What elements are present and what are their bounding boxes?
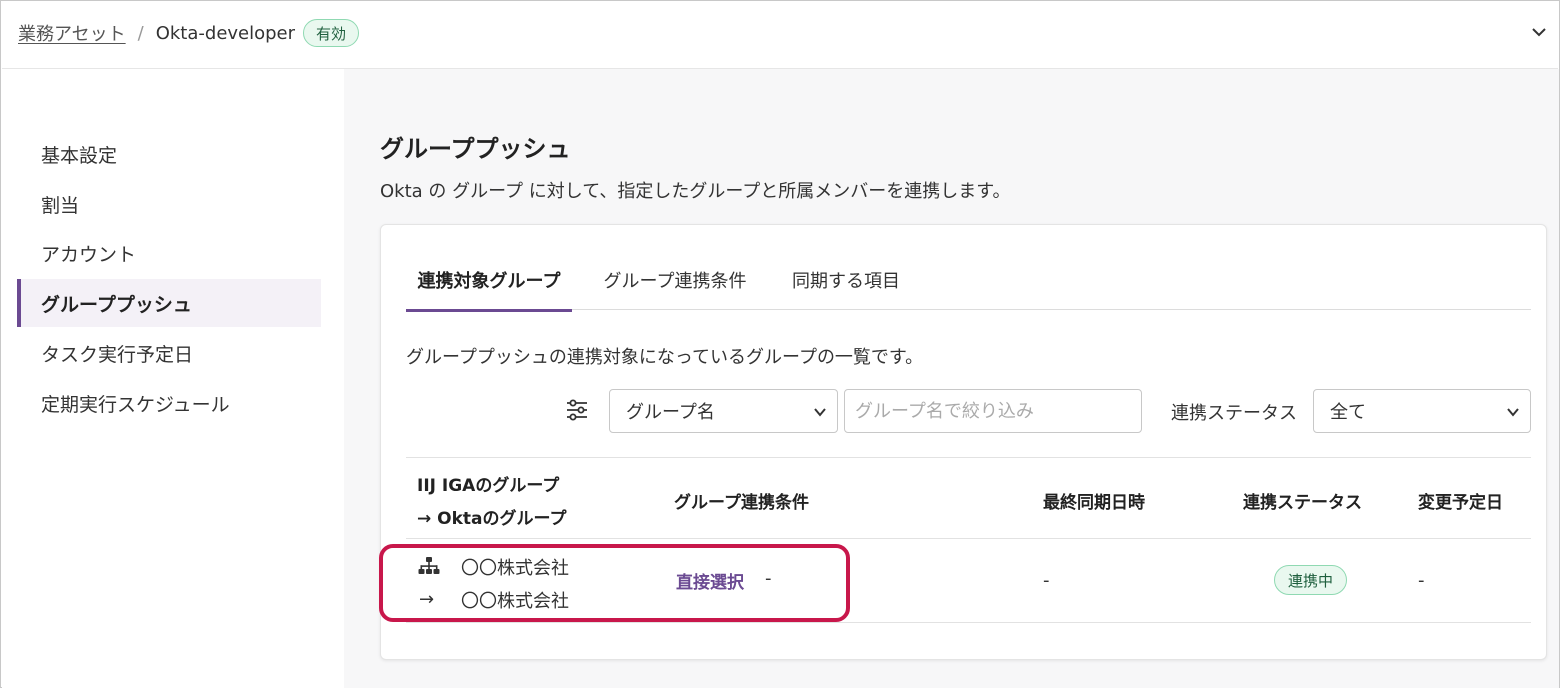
sidebar-item-assignment[interactable]: 割当 xyxy=(17,180,321,228)
list-description: グループプッシュの連携対象になっているグループの一覧です。 xyxy=(406,347,924,368)
chevron-down-icon xyxy=(814,408,826,417)
breadcrumb: 業務アセット / Okta-developer 有効 xyxy=(18,2,360,64)
status-filter-label: 連携ステータス xyxy=(1171,403,1297,424)
group-name-search-input[interactable] xyxy=(844,389,1142,433)
scheduled-date-value: - xyxy=(1418,570,1425,591)
sidebar: 基本設定 割当 アカウント グループプッシュ タスク実行予定日 定期実行スケジュ… xyxy=(2,69,344,688)
sidebar-item-label: グループプッシュ xyxy=(41,293,192,316)
tab-bar: 連携対象グループ グループ連携条件 同期する項目 xyxy=(406,255,1531,312)
select-value: グループ名 xyxy=(626,402,715,423)
sidebar-item-label: タスク実行予定日 xyxy=(41,343,194,366)
status-badge: 有効 xyxy=(303,19,360,47)
page-header: 業務アセット / Okta-developer 有効 xyxy=(2,2,1558,69)
sidebar-item-label: アカウント xyxy=(41,243,137,266)
filter-field-select[interactable]: グループ名 xyxy=(609,389,838,433)
table-divider xyxy=(406,622,1531,623)
app-window: 業務アセット / Okta-developer 有効 基本設定 割当 アカウント… xyxy=(0,0,1560,688)
sidebar-item-periodic-schedule[interactable]: 定期実行スケジュール xyxy=(17,379,321,427)
tab-label: 同期する項目 xyxy=(792,270,900,292)
arrow-icon: → xyxy=(419,589,435,610)
sidebar-item-label: 割当 xyxy=(41,194,80,217)
condition-suffix: - xyxy=(765,568,772,589)
column-header-condition: グループ連携条件 xyxy=(674,493,809,513)
page-description: Okta の グループ に対して、指定したグループと所属メンバーを連携します。 xyxy=(380,181,1011,202)
tab-label: グループ連携条件 xyxy=(603,270,747,292)
condition-direct-select-link[interactable]: 直接選択 xyxy=(676,568,744,593)
breadcrumb-separator: / xyxy=(137,22,144,44)
sidebar-item-task-schedule-date[interactable]: タスク実行予定日 xyxy=(17,329,321,377)
breadcrumb-link-assets[interactable]: 業務アセット xyxy=(18,20,126,46)
okta-group-name: 〇〇株式会社 xyxy=(461,591,569,612)
sidebar-item-group-push[interactable]: グループプッシュ xyxy=(17,279,321,327)
tab-group-conditions[interactable]: グループ連携条件 xyxy=(594,255,756,310)
table-divider xyxy=(406,457,1531,458)
sidebar-item-label: 定期実行スケジュール xyxy=(41,393,230,416)
status-filter-select[interactable]: 全て xyxy=(1313,389,1531,433)
hierarchy-icon xyxy=(418,557,440,574)
sidebar-item-account[interactable]: アカウント xyxy=(17,229,321,277)
chevron-down-icon xyxy=(1507,408,1519,417)
iga-group-name: 〇〇株式会社 xyxy=(461,558,569,579)
sliders-icon[interactable] xyxy=(564,397,590,423)
sync-status-badge: 連携中 xyxy=(1274,565,1348,595)
main-content: グループプッシュ Okta の グループ に対して、指定したグループと所属メンバ… xyxy=(344,69,1559,688)
select-value: 全て xyxy=(1330,402,1366,423)
column-header-iga-group: IIJ IGAのグループ xyxy=(417,476,560,496)
group-push-card: 連携対象グループ グループ連携条件 同期する項目 グループプッシュの連携対象にな… xyxy=(380,224,1547,660)
column-header-okta-group: → Oktaのグループ xyxy=(417,509,567,529)
last-sync-value: - xyxy=(1043,570,1050,591)
column-header-scheduled-date: 変更予定日 xyxy=(1418,493,1503,513)
tab-sync-items[interactable]: 同期する項目 xyxy=(784,255,908,310)
table-divider xyxy=(406,538,1531,539)
breadcrumb-current: Okta-developer xyxy=(155,22,296,44)
sidebar-item-label: 基本設定 xyxy=(41,144,118,167)
column-header-last-sync: 最終同期日時 xyxy=(1043,493,1145,513)
column-header-status: 連携ステータス xyxy=(1243,493,1362,513)
tab-target-groups[interactable]: 連携対象グループ xyxy=(406,255,572,312)
tab-label: 連携対象グループ xyxy=(417,270,561,292)
sidebar-item-basic-settings[interactable]: 基本設定 xyxy=(17,130,321,178)
chevron-down-icon[interactable] xyxy=(1528,21,1550,43)
page-title: グループプッシュ xyxy=(380,135,571,163)
